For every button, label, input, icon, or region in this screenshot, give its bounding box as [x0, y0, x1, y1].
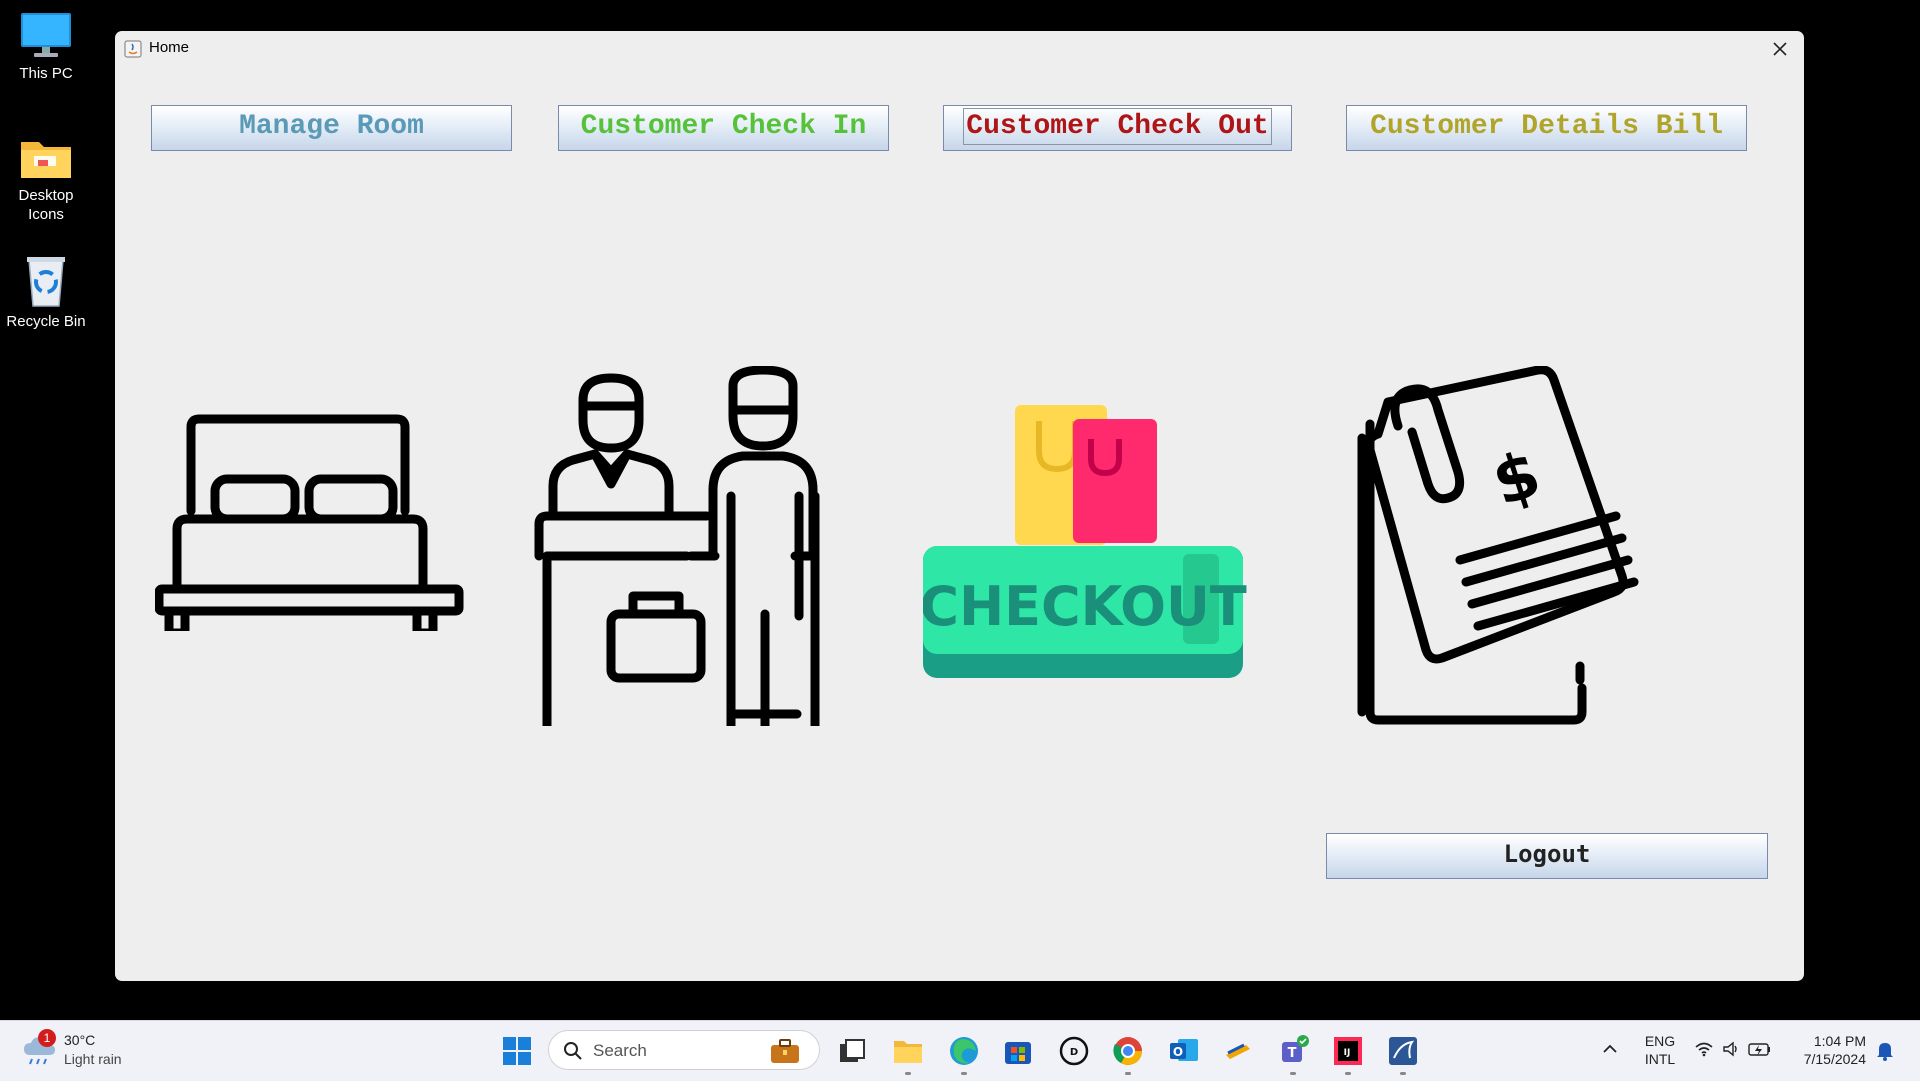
- pen-app-icon: [1226, 1043, 1250, 1059]
- taskbar-mysql-workbench[interactable]: [1383, 1031, 1423, 1075]
- intellij-icon: IJ: [1334, 1037, 1362, 1065]
- bill-illustration: $: [1357, 366, 1639, 725]
- chrome-icon: [1113, 1037, 1142, 1065]
- teams-icon: T: [1282, 1035, 1309, 1062]
- customer-check-in-label: Customer Check In: [580, 110, 867, 142]
- desktop-icon-label: This PC: [19, 65, 73, 82]
- desktop-icon-desktop-icons[interactable]: Desktop Icons: [4, 134, 88, 224]
- desktop-icon-label: Recycle Bin: [6, 313, 86, 330]
- svg-text:$: $: [1484, 437, 1549, 521]
- running-indicator: [905, 1072, 911, 1075]
- customer-check-in-button[interactable]: Customer Check In: [558, 105, 889, 151]
- weather-condition: Light rain: [64, 1051, 122, 1067]
- running-indicator: [1125, 1072, 1131, 1075]
- system-tray-quick-settings[interactable]: [1694, 1039, 1774, 1061]
- taskbar-store[interactable]: [998, 1031, 1038, 1071]
- svg-text:D: D: [1070, 1047, 1078, 1058]
- battery-charging-icon: [1748, 1043, 1770, 1056]
- customer-details-bill-label: Customer Details Bill: [1370, 110, 1723, 142]
- close-icon: [1773, 42, 1787, 56]
- task-view-button[interactable]: [832, 1031, 872, 1071]
- windows-start-icon: [503, 1037, 531, 1065]
- running-indicator: [1345, 1072, 1351, 1075]
- bed-illustration: [155, 414, 464, 631]
- desktop-icon-recycle-bin[interactable]: Recycle Bin: [4, 252, 88, 331]
- running-indicator: [1400, 1072, 1406, 1075]
- weather-badge: 1: [38, 1029, 56, 1047]
- language-line1: ENG: [1644, 1033, 1676, 1049]
- svg-text:O: O: [1173, 1045, 1183, 1059]
- taskbar-chrome[interactable]: [1108, 1031, 1148, 1075]
- language-line2: INTL: [1644, 1051, 1676, 1067]
- running-indicator: [961, 1072, 967, 1075]
- title-bar: Home: [115, 31, 1804, 67]
- manage-room-button[interactable]: Manage Room: [151, 105, 512, 151]
- taskbar-intellij[interactable]: IJ: [1328, 1031, 1368, 1075]
- notifications-button[interactable]: [1876, 1041, 1896, 1061]
- edge-icon: [950, 1037, 978, 1065]
- customer-check-out-button[interactable]: Customer Check Out: [943, 105, 1292, 151]
- clock-time: 1:04 PM: [1813, 1033, 1866, 1049]
- folder-icon: [21, 142, 71, 178]
- close-button[interactable]: [1762, 34, 1798, 64]
- desktop-icon-label: Desktop Icons: [18, 187, 74, 223]
- weather-widget[interactable]: 1 30°C Light rain: [18, 1029, 138, 1071]
- desktop-icon-this-pc[interactable]: This PC: [4, 10, 88, 83]
- mysql-workbench-icon: [1389, 1037, 1417, 1065]
- task-view-icon: [840, 1039, 865, 1062]
- window-title: Home: [149, 39, 190, 56]
- store-icon: [1005, 1042, 1031, 1064]
- clock-date: 7/15/2024: [1803, 1051, 1866, 1067]
- taskbar-dell[interactable]: D: [1054, 1031, 1094, 1071]
- weather-temp: 30°C: [64, 1032, 96, 1048]
- taskbar-file-explorer[interactable]: [888, 1031, 928, 1075]
- logout-label: Logout: [1503, 840, 1591, 868]
- search-placeholder: Search: [593, 1041, 647, 1060]
- outlook-icon: O: [1170, 1039, 1198, 1061]
- bell-icon: [1877, 1043, 1893, 1061]
- taskbar-outlook[interactable]: O: [1164, 1031, 1204, 1071]
- checkout-sign-text: CHECKOUT: [923, 575, 1247, 638]
- checkout-illustration: CHECKOUT: [923, 405, 1247, 678]
- svg-text:T: T: [1288, 1046, 1297, 1061]
- svg-text:IJ: IJ: [1344, 1048, 1351, 1058]
- customer-details-bill-button[interactable]: Customer Details Bill: [1346, 105, 1747, 151]
- manage-room-label: Manage Room: [239, 110, 424, 142]
- taskbar-pen-app[interactable]: [1218, 1031, 1258, 1071]
- java-app-icon: [124, 40, 142, 58]
- clock[interactable]: 1:04 PM 7/15/2024: [1790, 1032, 1866, 1068]
- taskbar-edge[interactable]: [944, 1031, 984, 1075]
- taskbar-teams[interactable]: T: [1273, 1031, 1313, 1075]
- dell-icon: D: [1059, 1036, 1089, 1066]
- file-explorer-icon: [894, 1041, 922, 1063]
- briefcase-icon: [771, 1039, 799, 1063]
- show-hidden-icons-button[interactable]: [1600, 1039, 1620, 1059]
- running-indicator: [1290, 1072, 1296, 1075]
- volume-icon: [1723, 1041, 1737, 1057]
- monitor-icon: [21, 13, 71, 57]
- check-in-illustration: [534, 366, 820, 726]
- language-indicator[interactable]: ENG INTL: [1640, 1032, 1680, 1068]
- wifi-icon: [1695, 1042, 1713, 1057]
- chevron-up-icon: [1603, 1044, 1617, 1053]
- search-icon: [564, 1042, 582, 1060]
- start-button[interactable]: [497, 1031, 537, 1071]
- recycle-bin-icon: [27, 257, 65, 307]
- home-window: Home Manage Room Customer Check In Custo…: [115, 31, 1804, 981]
- taskbar-search[interactable]: Search: [548, 1030, 820, 1070]
- customer-check-out-label: Customer Check Out: [963, 107, 1272, 145]
- logout-button[interactable]: Logout: [1326, 833, 1768, 879]
- taskbar: 1 30°C Light rain Search D O T IJ ENG IN…: [0, 1020, 1920, 1081]
